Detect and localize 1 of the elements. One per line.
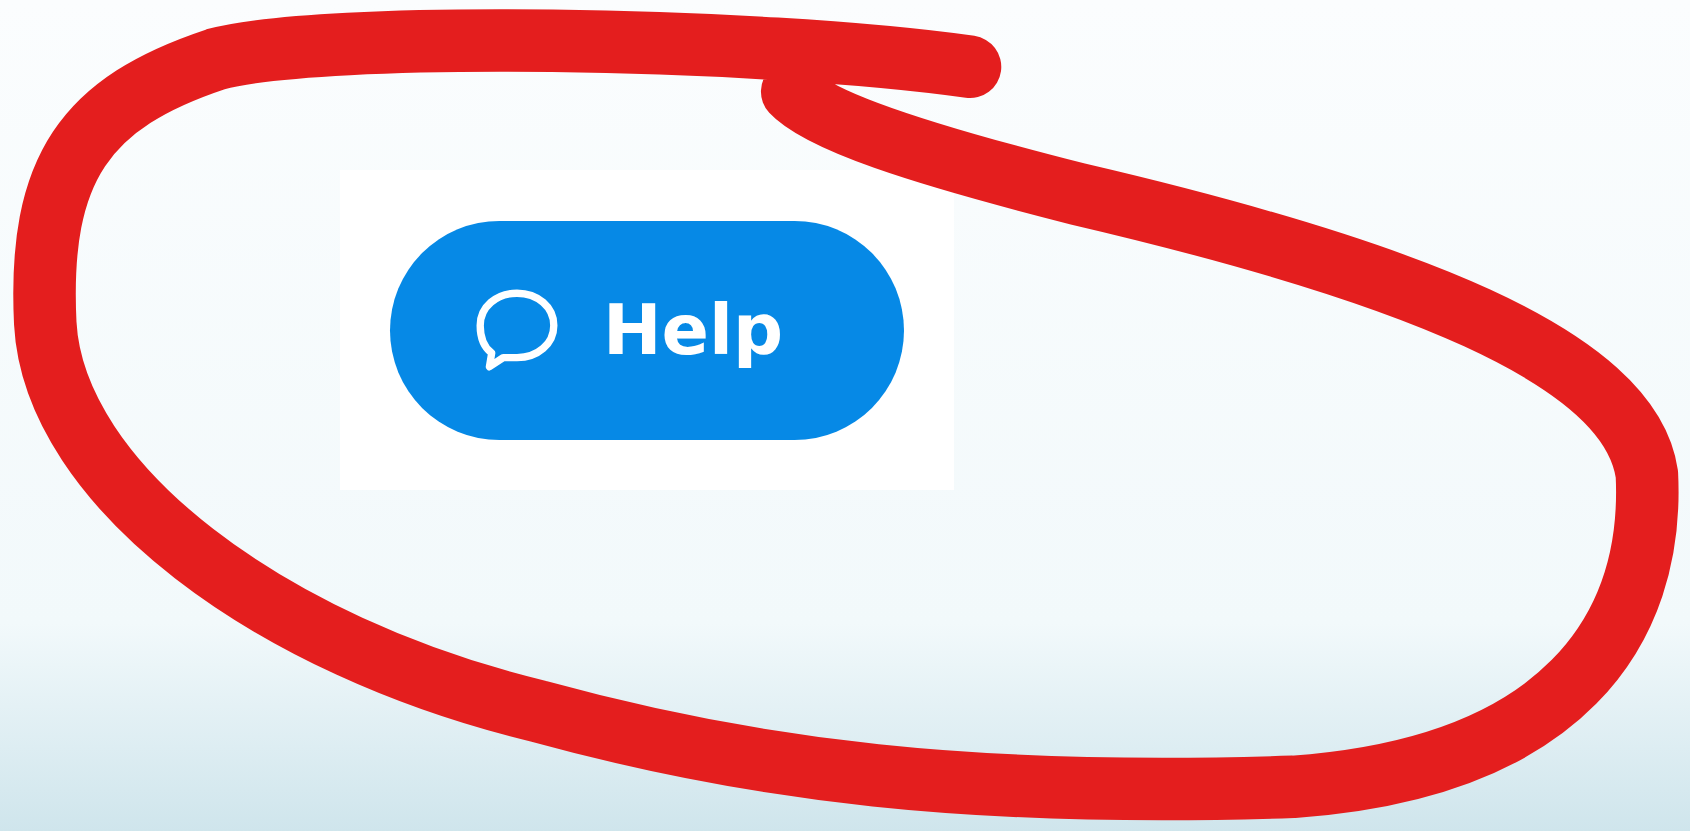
help-button[interactable]: Help bbox=[390, 220, 904, 440]
